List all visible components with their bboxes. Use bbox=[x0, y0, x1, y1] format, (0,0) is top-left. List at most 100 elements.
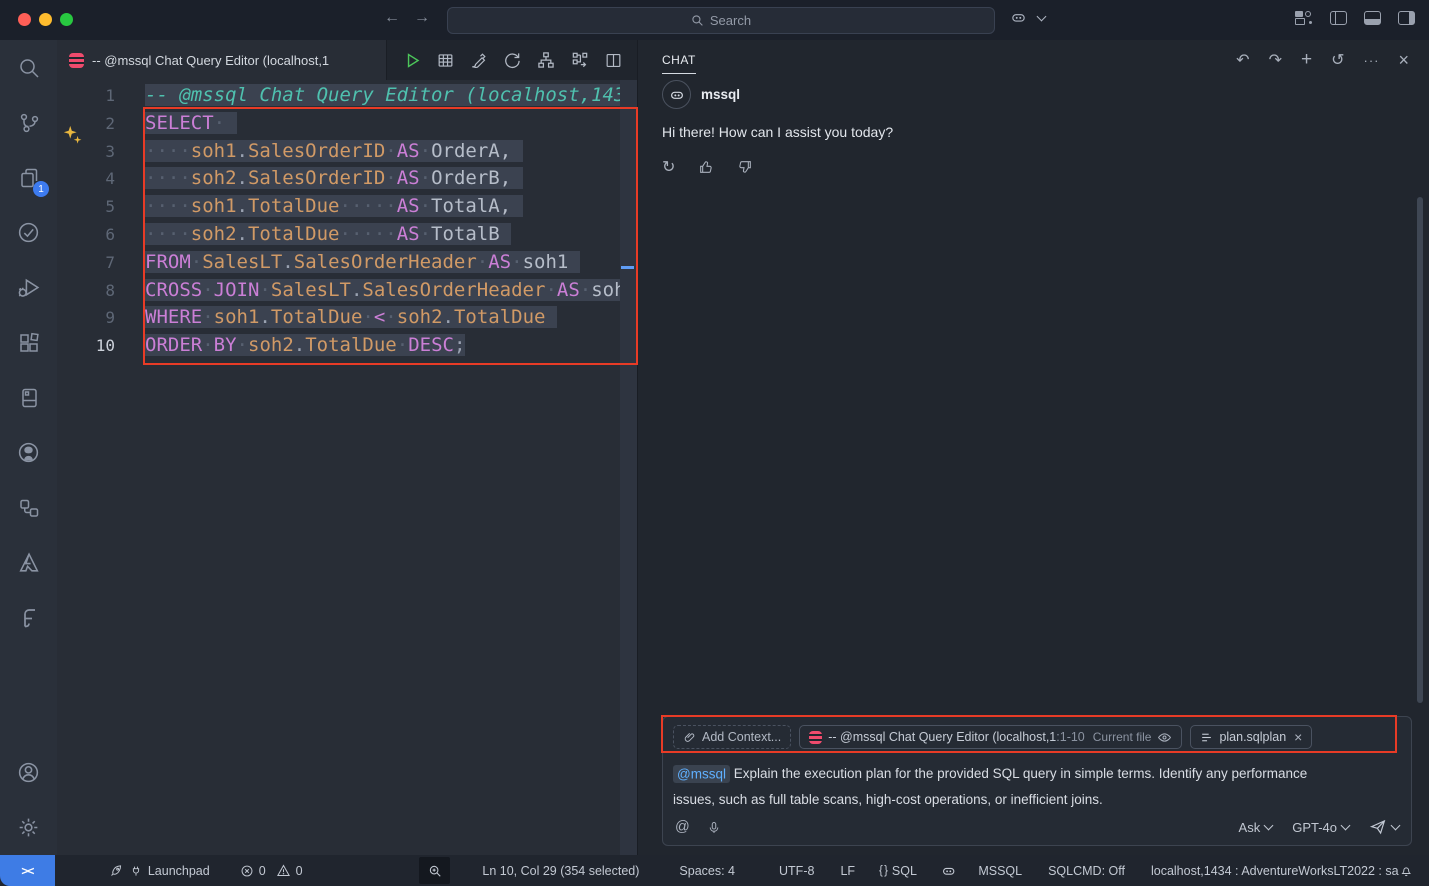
run-query-icon[interactable] bbox=[403, 51, 422, 70]
code-token: soh1 bbox=[191, 140, 237, 162]
close-icon[interactable]: × bbox=[1398, 50, 1409, 71]
code-editor[interactable]: 1-- @mssql Chat Query Editor (localhost,… bbox=[57, 80, 637, 360]
command-center-search[interactable]: Search bbox=[447, 7, 995, 34]
editor-tab[interactable]: -- @mssql Chat Query Editor (localhost,1 bbox=[57, 40, 387, 80]
sidebar-item-github[interactable] bbox=[0, 425, 57, 480]
code-line[interactable]: 6····soh2.TotalDue·····AS·TotalB bbox=[57, 221, 637, 249]
context-file-range: :1-10 bbox=[1056, 730, 1085, 744]
change-connection-icon[interactable] bbox=[502, 50, 522, 70]
add-context-button[interactable]: Add Context... bbox=[673, 725, 791, 749]
format-brush-icon[interactable] bbox=[469, 51, 488, 70]
encoding-item[interactable]: UTF-8 bbox=[779, 864, 814, 878]
regenerate-icon[interactable]: ↻ bbox=[662, 157, 675, 177]
code-token: JOIN bbox=[214, 279, 260, 301]
remove-chip-icon[interactable]: × bbox=[1294, 729, 1302, 745]
cursor-decoration bbox=[621, 266, 634, 269]
mic-icon[interactable] bbox=[707, 819, 721, 836]
toggle-secondary-sidebar-icon[interactable] bbox=[1398, 11, 1415, 25]
code-token: ···· bbox=[145, 223, 191, 245]
more-icon[interactable]: ··· bbox=[1363, 53, 1379, 68]
execution-plan-icon[interactable] bbox=[570, 50, 590, 70]
sidebar-item-extensions[interactable] bbox=[0, 315, 57, 370]
sidebar-item-remote-explorer[interactable] bbox=[0, 480, 57, 535]
mssql-item[interactable]: MSSQL bbox=[978, 864, 1022, 878]
code-line[interactable]: 8CROSS·JOIN·SalesLT.SalesOrderHeader·AS·… bbox=[57, 277, 637, 305]
indentation-item[interactable]: Spaces: 4 bbox=[679, 864, 735, 878]
history-icon[interactable]: ↺ bbox=[1331, 50, 1344, 70]
language-item[interactable]: { } SQL bbox=[879, 864, 917, 878]
copilot-status-icon[interactable] bbox=[941, 863, 956, 879]
mention-button[interactable]: @ bbox=[675, 819, 690, 835]
sidebar-item-fabric[interactable] bbox=[0, 590, 57, 645]
eye-icon[interactable] bbox=[1157, 730, 1172, 745]
copilot-sparkle-icon[interactable] bbox=[62, 124, 84, 146]
connection-item[interactable]: localhost,1434 : AdventureWorksLT2022 : … bbox=[1151, 864, 1399, 878]
sidebar-item-source-control[interactable] bbox=[0, 95, 57, 150]
mode-dropdown[interactable]: Ask bbox=[1239, 820, 1273, 835]
sidebar-item-azure[interactable] bbox=[0, 535, 57, 590]
sidebar-item-testing[interactable] bbox=[0, 205, 57, 260]
customize-layout-icon[interactable] bbox=[1295, 11, 1313, 25]
context-chip-plan-file[interactable]: plan.sqlplan × bbox=[1190, 725, 1312, 749]
problems-item[interactable]: 0 0 bbox=[240, 863, 303, 878]
code-line[interactable]: 3····soh1.SalesOrderID·AS·OrderA, bbox=[57, 138, 637, 166]
settings-button[interactable] bbox=[0, 800, 57, 855]
line-number: 10 bbox=[57, 332, 115, 360]
code-line[interactable]: 10ORDER·BY·soh2.TotalDue·DESC; bbox=[57, 332, 637, 360]
assistant-avatar bbox=[662, 80, 691, 109]
accounts-button[interactable] bbox=[0, 745, 57, 800]
sidebar-item-notebooks[interactable] bbox=[0, 370, 57, 425]
launchpad-item[interactable]: Launchpad bbox=[109, 863, 210, 878]
maximize-window-button[interactable] bbox=[60, 13, 73, 26]
results-grid-icon[interactable] bbox=[436, 51, 455, 70]
rocket-icon bbox=[109, 863, 124, 878]
code-line[interactable]: 4····soh2.SalesOrderID·AS·OrderB, bbox=[57, 165, 637, 193]
new-chat-icon[interactable]: + bbox=[1301, 49, 1312, 71]
sidebar-item-search[interactable] bbox=[0, 40, 57, 95]
send-button[interactable] bbox=[1369, 818, 1399, 836]
bell-icon[interactable] bbox=[1399, 863, 1413, 878]
code-token: FROM bbox=[145, 251, 191, 273]
code-line[interactable]: 2SELECT· bbox=[57, 110, 637, 138]
cursor-position-item[interactable]: Ln 10, Col 29 (354 selected) bbox=[482, 864, 639, 878]
code-token: AS bbox=[488, 251, 511, 273]
code-token: OrderA, bbox=[431, 140, 511, 162]
connection-label: localhost,1434 : AdventureWorksLT2022 : … bbox=[1151, 864, 1399, 878]
code-lines: 1-- @mssql Chat Query Editor (localhost,… bbox=[57, 82, 637, 360]
toggle-panel-icon[interactable] bbox=[1364, 11, 1381, 25]
sidebar-item-explorer[interactable]: 1 bbox=[0, 150, 57, 205]
back-arrow-icon[interactable]: ← bbox=[384, 9, 400, 27]
copilot-menu-button[interactable] bbox=[1010, 9, 1045, 26]
code-token: ····· bbox=[340, 223, 397, 245]
sidebar-item-run-debug[interactable] bbox=[0, 260, 57, 315]
code-line[interactable]: 7FROM·SalesLT.SalesOrderHeader·AS·soh1 bbox=[57, 249, 637, 277]
sqlcmd-item[interactable]: SQLCMD: Off bbox=[1048, 864, 1125, 878]
code-line[interactable]: 1-- @mssql Chat Query Editor (localhost,… bbox=[57, 82, 637, 110]
context-chip-current-file[interactable]: -- @mssql Chat Query Editor (localhost,1… bbox=[799, 725, 1182, 749]
tab-chat[interactable]: CHAT bbox=[662, 40, 696, 80]
code-line[interactable]: 9WHERE·soh1.TotalDue·<·soh2.TotalDue bbox=[57, 304, 637, 332]
forward-arrow-icon[interactable]: → bbox=[414, 9, 430, 27]
chat-scrollbar[interactable] bbox=[1417, 197, 1423, 703]
code-token: SalesLT bbox=[202, 251, 282, 273]
schema-visualize-icon[interactable] bbox=[536, 50, 556, 70]
redo-icon[interactable]: ↷ bbox=[1269, 50, 1282, 70]
window-controls bbox=[18, 13, 73, 26]
chat-input-container[interactable]: Add Context... -- @mssql Chat Query Edit… bbox=[662, 716, 1412, 846]
undo-icon[interactable]: ↶ bbox=[1236, 50, 1249, 70]
thumbs-up-icon[interactable] bbox=[698, 159, 714, 175]
code-line[interactable]: 5····soh1.TotalDue·····AS·TotalA, bbox=[57, 193, 637, 221]
chat-prompt-text[interactable]: @mssql Explain the execution plan for th… bbox=[673, 761, 1335, 813]
code-token: AS bbox=[397, 195, 420, 217]
eol-item[interactable]: LF bbox=[840, 864, 855, 878]
toggle-primary-sidebar-icon[interactable] bbox=[1330, 11, 1347, 25]
minimize-window-button[interactable] bbox=[39, 13, 52, 26]
model-dropdown[interactable]: GPT-4o bbox=[1292, 820, 1349, 835]
remote-indicator[interactable]: >< bbox=[0, 855, 55, 886]
split-editor-icon[interactable] bbox=[604, 51, 623, 70]
close-window-button[interactable] bbox=[18, 13, 31, 26]
line-number: 8 bbox=[57, 277, 115, 305]
zoom-indicator[interactable] bbox=[419, 857, 451, 884]
thumbs-down-icon[interactable] bbox=[737, 159, 753, 175]
context-file-note: Current file bbox=[1093, 730, 1152, 744]
